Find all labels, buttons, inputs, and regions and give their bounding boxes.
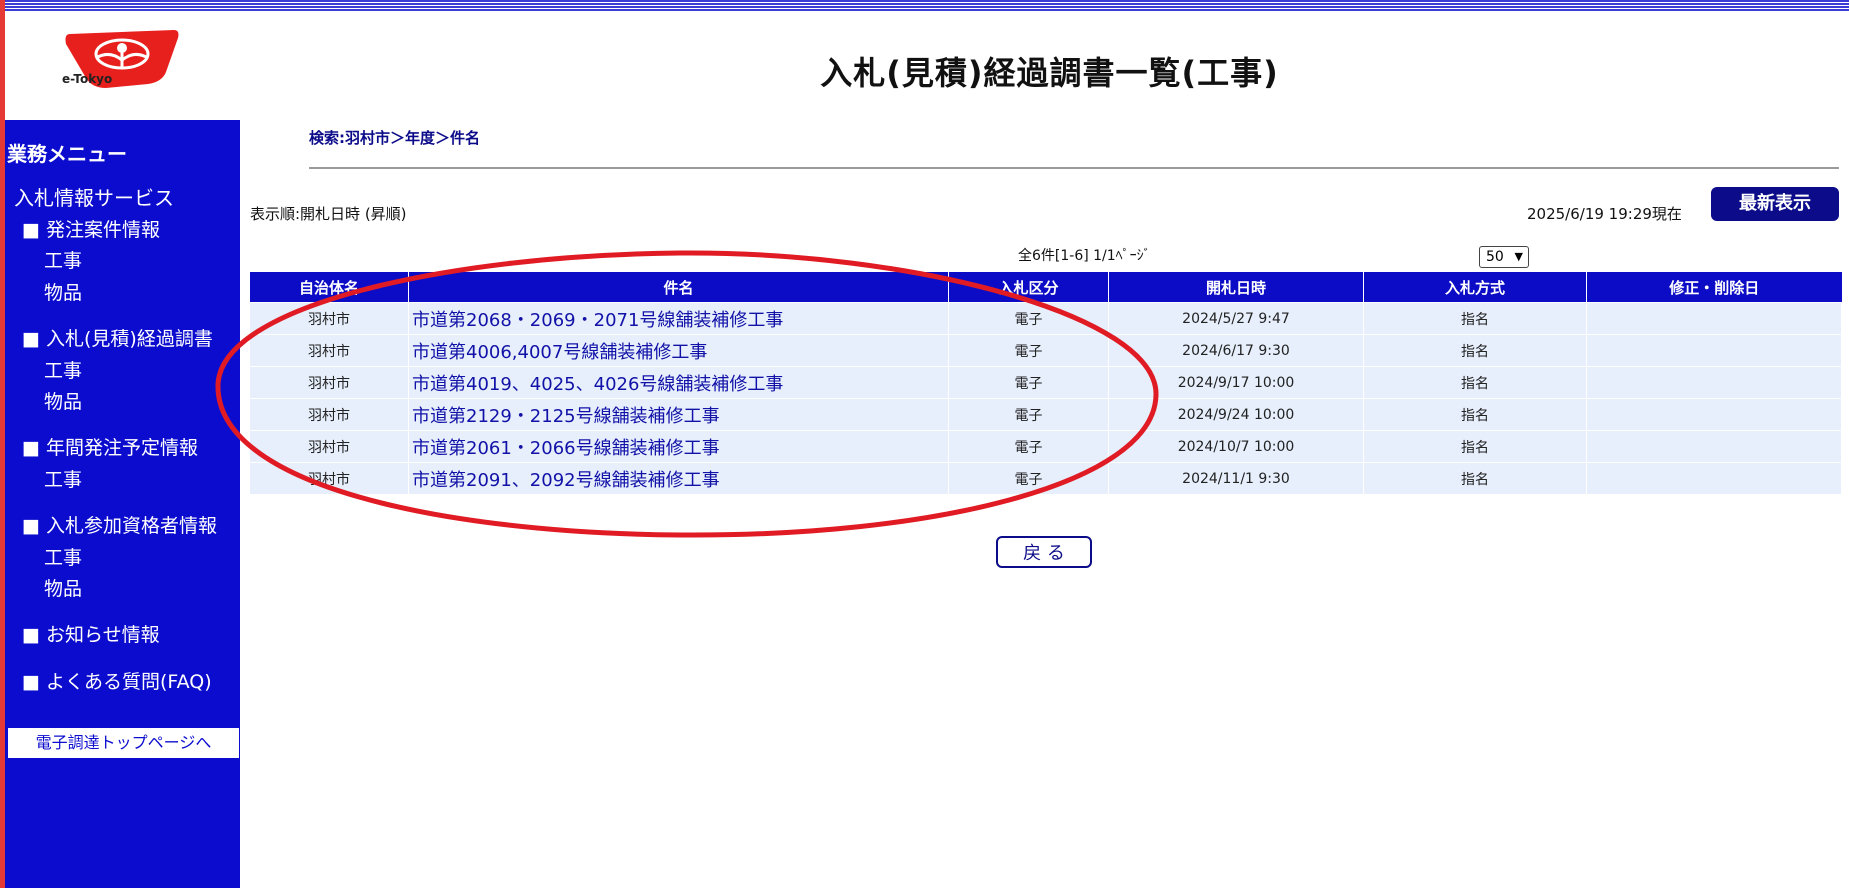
cell-bid-type: 電子	[948, 366, 1109, 399]
cell-project-link[interactable]: 市道第4006,4007号線舗装補修工事	[408, 334, 949, 367]
result-count: 全6件[1-6] 1/1ﾍﾟｰｼﾞ	[1018, 248, 1151, 264]
per-page-value: 50	[1486, 249, 1504, 265]
sidebar-item-bid-results-goods[interactable]: 物品	[44, 387, 82, 414]
cell-opening-date: 2024/6/17 9:30	[1108, 334, 1364, 367]
sidebar-section-notices[interactable]: ■ お知らせ情報	[22, 620, 160, 647]
col-header-name: 件名	[408, 272, 949, 303]
cell-modified-date	[1586, 398, 1842, 431]
table-row: 羽村市 市道第2068・2069・2071号線舗装補修工事 電子 2024/5/…	[249, 302, 1842, 335]
chevron-down-icon: ▼	[1514, 250, 1523, 263]
breadcrumb: 検索:羽村市＞年度＞件名	[309, 129, 480, 147]
procurement-top-link[interactable]: 電子調達トップページへ	[8, 728, 239, 758]
cell-modified-date	[1586, 462, 1842, 495]
cell-modified-date	[1586, 366, 1842, 399]
sidebar-item-bid-results-construction[interactable]: 工事	[44, 356, 82, 383]
cell-city: 羽村市	[249, 430, 409, 463]
back-button[interactable]: 戻 る	[996, 536, 1092, 568]
cell-modified-date	[1586, 302, 1842, 335]
cell-opening-date: 2024/11/1 9:30	[1108, 462, 1364, 495]
cell-city: 羽村市	[249, 302, 409, 335]
cell-bid-type: 電子	[948, 430, 1109, 463]
logo-text: e-Tokyo	[62, 72, 113, 86]
timestamp: 2025/6/19 19:29現在	[1527, 205, 1682, 223]
cell-bid-type: 電子	[948, 462, 1109, 495]
cell-opening-date: 2024/5/27 9:47	[1108, 302, 1364, 335]
sidebar-title: 業務メニュー	[7, 142, 127, 166]
cell-project-link[interactable]: 市道第2061・2066号線舗装補修工事	[408, 430, 949, 463]
sidebar-item-annual-plan-construction[interactable]: 工事	[44, 465, 82, 492]
cell-city: 羽村市	[249, 334, 409, 367]
cell-city: 羽村市	[249, 366, 409, 399]
page-title: 入札(見積)経過調書一覧(工事)	[820, 54, 1279, 92]
cell-bid-type: 電子	[948, 302, 1109, 335]
cell-opening-date: 2024/9/24 10:00	[1108, 398, 1364, 431]
cell-bid-method: 指名	[1363, 334, 1587, 367]
cell-project-link[interactable]: 市道第2091、2092号線舗装補修工事	[408, 462, 949, 495]
sidebar-item-qualified-goods[interactable]: 物品	[44, 574, 82, 601]
cell-opening-date: 2024/10/7 10:00	[1108, 430, 1364, 463]
col-header-opening-date: 開札日時	[1108, 272, 1364, 303]
top-stripe-band	[0, 0, 1849, 12]
cell-bid-type: 電子	[948, 334, 1109, 367]
sidebar: 業務メニュー 入札情報サービス ■ 発注案件情報 工事 物品 ■ 入札(見積)経…	[5, 120, 240, 888]
per-page-select[interactable]: 50 ▼	[1479, 246, 1529, 268]
table-row: 羽村市 市道第2091、2092号線舗装補修工事 電子 2024/11/1 9:…	[249, 462, 1842, 495]
cell-city: 羽村市	[249, 398, 409, 431]
cell-modified-date	[1586, 334, 1842, 367]
col-header-bid-type: 入札区分	[948, 272, 1109, 303]
sort-order-label: 表示順:開札日時 (昇順)	[250, 205, 407, 223]
table-row: 羽村市 市道第4006,4007号線舗装補修工事 電子 2024/6/17 9:…	[249, 334, 1842, 367]
sidebar-section-qualified-bidders[interactable]: ■ 入札参加資格者情報	[22, 511, 217, 538]
cell-bid-method: 指名	[1363, 366, 1587, 399]
cell-project-link[interactable]: 市道第4019、4025、4026号線舗装補修工事	[408, 366, 949, 399]
cell-city: 羽村市	[249, 462, 409, 495]
cell-bid-method: 指名	[1363, 462, 1587, 495]
sidebar-item-qualified-construction[interactable]: 工事	[44, 543, 82, 570]
results-table: 自治体名 件名 入札区分 開札日時 入札方式 修正・削除日 羽村市 市道第206…	[249, 272, 1842, 495]
sidebar-section-orders[interactable]: ■ 発注案件情報	[22, 215, 160, 242]
sidebar-item-orders-goods[interactable]: 物品	[44, 278, 82, 305]
sidebar-section-bid-results[interactable]: ■ 入札(見積)経過調書	[22, 324, 213, 351]
col-header-city: 自治体名	[249, 272, 409, 303]
cell-modified-date	[1586, 430, 1842, 463]
cell-opening-date: 2024/9/17 10:00	[1108, 366, 1364, 399]
cell-bid-method: 指名	[1363, 398, 1587, 431]
col-header-modified-date: 修正・削除日	[1586, 272, 1842, 303]
sidebar-section-annual-plan[interactable]: ■ 年間発注予定情報	[22, 433, 198, 460]
table-row: 羽村市 市道第4019、4025、4026号線舗装補修工事 電子 2024/9/…	[249, 366, 1842, 399]
table-row: 羽村市 市道第2061・2066号線舗装補修工事 電子 2024/10/7 10…	[249, 430, 1842, 463]
refresh-button[interactable]: 最新表示	[1711, 187, 1839, 221]
divider	[309, 167, 1839, 169]
sidebar-section-faq[interactable]: ■ よくある質問(FAQ)	[22, 667, 212, 694]
cell-bid-method: 指名	[1363, 430, 1587, 463]
sidebar-service-label: 入札情報サービス	[14, 186, 174, 210]
sidebar-item-orders-construction[interactable]: 工事	[44, 246, 82, 273]
table-row: 羽村市 市道第2129・2125号線舗装補修工事 電子 2024/9/24 10…	[249, 398, 1842, 431]
cell-bid-method: 指名	[1363, 302, 1587, 335]
table-header-row: 自治体名 件名 入札区分 開札日時 入札方式 修正・削除日	[249, 272, 1842, 303]
cell-project-link[interactable]: 市道第2068・2069・2071号線舗装補修工事	[408, 302, 949, 335]
cell-project-link[interactable]: 市道第2129・2125号線舗装補修工事	[408, 398, 949, 431]
col-header-bid-method: 入札方式	[1363, 272, 1587, 303]
cell-bid-type: 電子	[948, 398, 1109, 431]
